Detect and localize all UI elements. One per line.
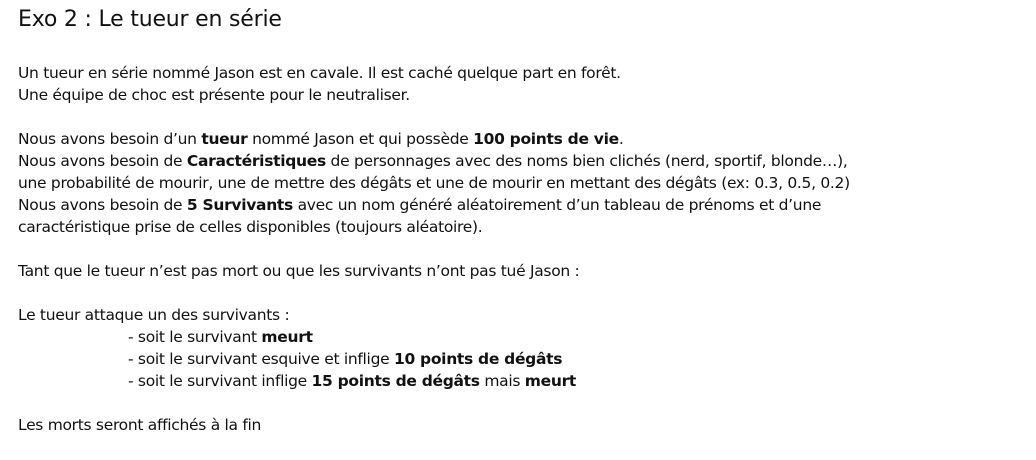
ending-note: Les morts seront affichés à la fin — [18, 416, 262, 434]
text-span: - soit le survivant — [128, 328, 262, 346]
text-span: - soit le survivant esquive et inflige — [128, 350, 394, 368]
killer-requirement: Nous avons besoin d’un tueur nommé Jason… — [18, 128, 624, 150]
bold-text: 15 points de dégâts — [311, 372, 481, 390]
loop-condition: Tant que le tueur n’est pas mort ou que … — [18, 262, 580, 280]
intro-line-1: Un tueur en série nommé Jason est en cav… — [18, 64, 621, 82]
attack-option-3: - soit le survivant inflige 15 points de… — [128, 370, 576, 392]
survivors-requirement-line-2: caractéristique prise de celles disponib… — [18, 218, 483, 236]
bold-text: 10 points de dégâts — [393, 350, 563, 368]
text-span: Nous avons besoin d’un — [18, 130, 202, 148]
text-span: mais — [479, 372, 525, 390]
bold-text: meurt — [261, 328, 313, 346]
bold-text: 100 points de vie — [473, 130, 619, 148]
text-span: Nous avons besoin de — [18, 152, 187, 170]
text-span: nommé Jason et qui possède — [247, 130, 474, 148]
attack-option-2: - soit le survivant esquive et inflige 1… — [128, 348, 562, 370]
bold-text: 5 Survivants — [186, 196, 293, 214]
traits-requirement-line-2: une probabilité de mourir, une de mettre… — [18, 174, 850, 192]
attack-option-1: - soit le survivant meurt — [128, 326, 313, 348]
bold-text: tueur — [201, 130, 248, 148]
text-span: . — [618, 130, 624, 148]
survivors-requirement: Nous avons besoin de 5 Survivants avec u… — [18, 194, 821, 216]
bold-text: Caractéristiques — [186, 152, 326, 170]
page-title: Exo 2 : Le tueur en série — [18, 7, 282, 32]
attack-intro: Le tueur attaque un des survivants : — [18, 306, 290, 324]
text-span: - soit le survivant inflige — [128, 372, 312, 390]
bold-text: meurt — [524, 372, 577, 390]
text-span: Nous avons besoin de — [18, 196, 187, 214]
traits-requirement: Nous avons besoin de Caractéristiques de… — [18, 150, 848, 172]
text-span: de personnages avec des noms bien cliché… — [325, 152, 848, 170]
intro-line-2: Une équipe de choc est présente pour le … — [18, 86, 410, 104]
text-span: avec un nom généré aléatoirement d’un ta… — [292, 196, 822, 214]
